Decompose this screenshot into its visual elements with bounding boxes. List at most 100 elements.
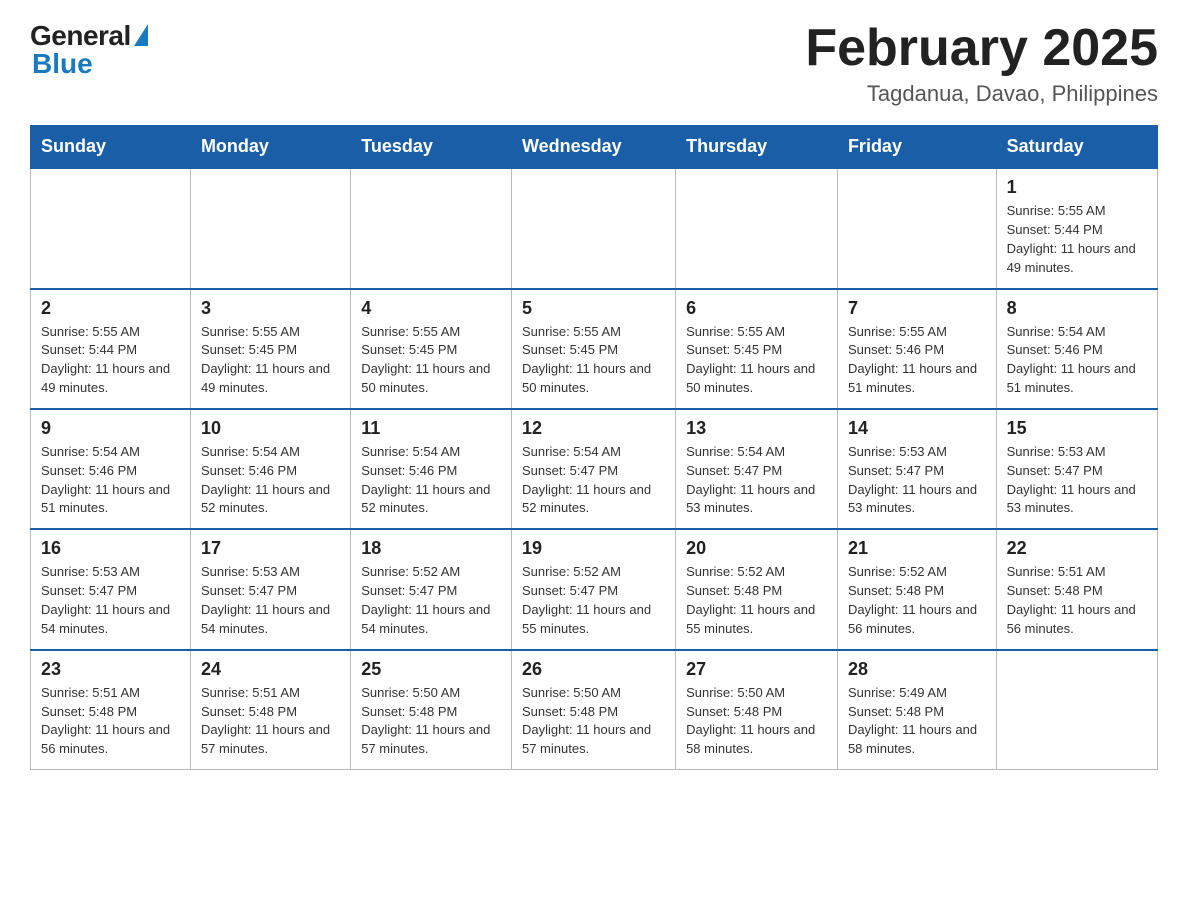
calendar-cell: 14 Sunrise: 5:53 AM Sunset: 5:47 PM Dayli…	[837, 409, 996, 529]
calendar-cell: 18Sunrise: 5:52 AM Sunset: 5:47 PM Dayli…	[351, 529, 512, 649]
calendar-cell: 2 Sunrise: 5:55 AM Sunset: 5:44 PM Daylig…	[31, 289, 191, 409]
day-info: Sunrise: 5:53 AM Sunset: 5:47 PM Dayligh…	[1007, 443, 1147, 518]
day-info: Sunrise: 5:52 AM Sunset: 5:48 PM Dayligh…	[686, 563, 827, 638]
calendar-header-wednesday: Wednesday	[511, 126, 675, 169]
day-number: 26	[522, 659, 665, 680]
calendar-cell: 7 Sunrise: 5:55 AM Sunset: 5:46 PM Daylig…	[837, 289, 996, 409]
day-info: Sunrise: 5:54 AM Sunset: 5:47 PM Dayligh…	[686, 443, 827, 518]
day-number: 10	[201, 418, 340, 439]
calendar-cell: 24 Sunrise: 5:51 AM Sunset: 5:48 PM Dayli…	[190, 650, 350, 770]
day-info: Sunrise: 5:51 AM Sunset: 5:48 PM Dayligh…	[41, 684, 180, 759]
day-number: 4	[361, 298, 501, 319]
calendar-cell: 12 Sunrise: 5:54 AM Sunset: 5:47 PM Dayli…	[511, 409, 675, 529]
day-number: 23	[41, 659, 180, 680]
calendar-cell	[996, 650, 1157, 770]
day-number: 13	[686, 418, 827, 439]
calendar-cell: 10 Sunrise: 5:54 AM Sunset: 5:46 PM Dayli…	[190, 409, 350, 529]
calendar-header-monday: Monday	[190, 126, 350, 169]
calendar-week-row: 9 Sunrise: 5:54 AM Sunset: 5:46 PM Daylig…	[31, 409, 1158, 529]
calendar-cell: 6 Sunrise: 5:55 AM Sunset: 5:45 PM Daylig…	[676, 289, 838, 409]
day-info: Sunrise: 5:55 AM Sunset: 5:45 PM Dayligh…	[361, 323, 501, 398]
day-number: 6	[686, 298, 827, 319]
day-info: Sunrise: 5:53 AM Sunset: 5:47 PM Dayligh…	[848, 443, 986, 518]
day-info: Sunrise: 5:54 AM Sunset: 5:46 PM Dayligh…	[41, 443, 180, 518]
calendar-cell: 5 Sunrise: 5:55 AM Sunset: 5:45 PM Daylig…	[511, 289, 675, 409]
day-info: Sunrise: 5:54 AM Sunset: 5:47 PM Dayligh…	[522, 443, 665, 518]
logo-triangle-icon	[134, 24, 148, 46]
title-section: February 2025 Tagdanua, Davao, Philippin…	[805, 20, 1158, 107]
day-number: 7	[848, 298, 986, 319]
day-info: Sunrise: 5:55 AM Sunset: 5:46 PM Dayligh…	[848, 323, 986, 398]
day-number: 9	[41, 418, 180, 439]
calendar-header-sunday: Sunday	[31, 126, 191, 169]
calendar-cell	[31, 168, 191, 288]
calendar-cell: 19Sunrise: 5:52 AM Sunset: 5:47 PM Dayli…	[511, 529, 675, 649]
day-number: 17	[201, 538, 340, 559]
day-info: Sunrise: 5:55 AM Sunset: 5:44 PM Dayligh…	[41, 323, 180, 398]
day-info: Sunrise: 5:54 AM Sunset: 5:46 PM Dayligh…	[361, 443, 501, 518]
day-info: Sunrise: 5:51 AM Sunset: 5:48 PM Dayligh…	[1007, 563, 1147, 638]
day-number: 1	[1007, 177, 1147, 198]
day-number: 28	[848, 659, 986, 680]
day-number: 15	[1007, 418, 1147, 439]
day-number: 20	[686, 538, 827, 559]
calendar-cell	[676, 168, 838, 288]
day-info: Sunrise: 5:50 AM Sunset: 5:48 PM Dayligh…	[361, 684, 501, 759]
day-info: Sunrise: 5:55 AM Sunset: 5:45 PM Dayligh…	[201, 323, 340, 398]
calendar-cell: 28 Sunrise: 5:49 AM Sunset: 5:48 PM Dayli…	[837, 650, 996, 770]
day-number: 24	[201, 659, 340, 680]
calendar-header-tuesday: Tuesday	[351, 126, 512, 169]
calendar-cell	[351, 168, 512, 288]
day-number: 5	[522, 298, 665, 319]
calendar-cell: 26 Sunrise: 5:50 AM Sunset: 5:48 PM Dayli…	[511, 650, 675, 770]
calendar-cell	[837, 168, 996, 288]
page-header: General Blue February 2025 Tagdanua, Dav…	[30, 20, 1158, 107]
calendar-week-row: 2 Sunrise: 5:55 AM Sunset: 5:44 PM Daylig…	[31, 289, 1158, 409]
calendar-week-row: 23 Sunrise: 5:51 AM Sunset: 5:48 PM Dayli…	[31, 650, 1158, 770]
day-info: Sunrise: 5:54 AM Sunset: 5:46 PM Dayligh…	[201, 443, 340, 518]
calendar-cell: 4 Sunrise: 5:55 AM Sunset: 5:45 PM Daylig…	[351, 289, 512, 409]
calendar-cell: 21 Sunrise: 5:52 AM Sunset: 5:48 PM Dayli…	[837, 529, 996, 649]
day-info: Sunrise: 5:55 AM Sunset: 5:45 PM Dayligh…	[686, 323, 827, 398]
day-number: 14	[848, 418, 986, 439]
calendar-week-row: 16 Sunrise: 5:53 AM Sunset: 5:47 PM Dayli…	[31, 529, 1158, 649]
day-number: 12	[522, 418, 665, 439]
day-info: Sunrise: 5:52 AM Sunset: 5:48 PM Dayligh…	[848, 563, 986, 638]
day-number: 11	[361, 418, 501, 439]
calendar-header-row: SundayMondayTuesdayWednesdayThursdayFrid…	[31, 126, 1158, 169]
calendar-cell: 23 Sunrise: 5:51 AM Sunset: 5:48 PM Dayli…	[31, 650, 191, 770]
day-number: 21	[848, 538, 986, 559]
calendar-header-friday: Friday	[837, 126, 996, 169]
day-info: Sunrise: 5:51 AM Sunset: 5:48 PM Dayligh…	[201, 684, 340, 759]
calendar-cell	[190, 168, 350, 288]
day-info: Sunrise: 5:55 AM Sunset: 5:44 PM Dayligh…	[1007, 202, 1147, 277]
day-number: 8	[1007, 298, 1147, 319]
location-title: Tagdanua, Davao, Philippines	[805, 81, 1158, 107]
calendar-cell: 3 Sunrise: 5:55 AM Sunset: 5:45 PM Daylig…	[190, 289, 350, 409]
day-number: 27	[686, 659, 827, 680]
day-info: Sunrise: 5:50 AM Sunset: 5:48 PM Dayligh…	[522, 684, 665, 759]
calendar-cell	[511, 168, 675, 288]
calendar-cell: 16 Sunrise: 5:53 AM Sunset: 5:47 PM Dayli…	[31, 529, 191, 649]
day-info: Sunrise: 5:55 AM Sunset: 5:45 PM Dayligh…	[522, 323, 665, 398]
calendar-week-row: 1 Sunrise: 5:55 AM Sunset: 5:44 PM Daylig…	[31, 168, 1158, 288]
day-info: Sunrise: 5:53 AM Sunset: 5:47 PM Dayligh…	[41, 563, 180, 638]
calendar-cell: 17Sunrise: 5:53 AM Sunset: 5:47 PM Dayli…	[190, 529, 350, 649]
logo: General Blue	[30, 20, 148, 80]
calendar-header-thursday: Thursday	[676, 126, 838, 169]
calendar-cell: 13 Sunrise: 5:54 AM Sunset: 5:47 PM Dayli…	[676, 409, 838, 529]
day-info: Sunrise: 5:50 AM Sunset: 5:48 PM Dayligh…	[686, 684, 827, 759]
calendar-cell: 27 Sunrise: 5:50 AM Sunset: 5:48 PM Dayli…	[676, 650, 838, 770]
day-number: 22	[1007, 538, 1147, 559]
day-number: 18	[361, 538, 501, 559]
calendar-cell: 25Sunrise: 5:50 AM Sunset: 5:48 PM Dayli…	[351, 650, 512, 770]
calendar-cell: 1 Sunrise: 5:55 AM Sunset: 5:44 PM Daylig…	[996, 168, 1157, 288]
calendar-header-saturday: Saturday	[996, 126, 1157, 169]
day-number: 16	[41, 538, 180, 559]
day-info: Sunrise: 5:49 AM Sunset: 5:48 PM Dayligh…	[848, 684, 986, 759]
calendar-cell: 8Sunrise: 5:54 AM Sunset: 5:46 PM Daylig…	[996, 289, 1157, 409]
calendar-cell: 20 Sunrise: 5:52 AM Sunset: 5:48 PM Dayli…	[676, 529, 838, 649]
day-number: 3	[201, 298, 340, 319]
day-number: 2	[41, 298, 180, 319]
month-title: February 2025	[805, 20, 1158, 77]
